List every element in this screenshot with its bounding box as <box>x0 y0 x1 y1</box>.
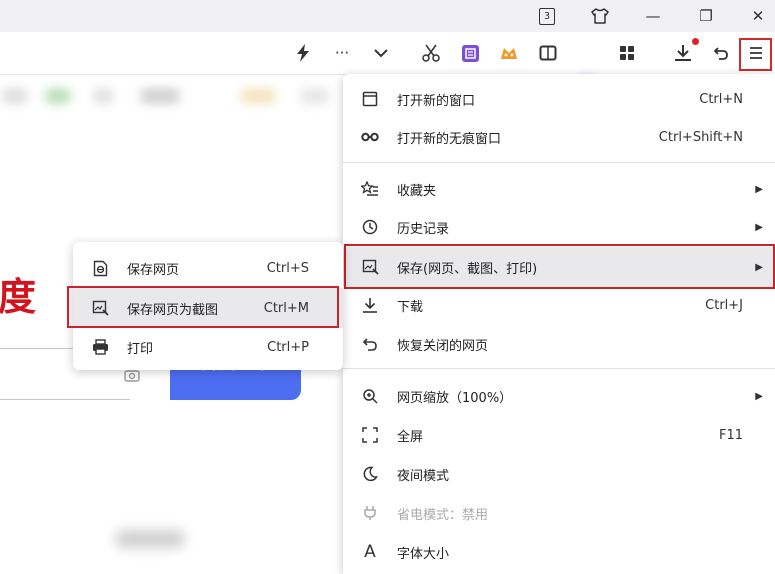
menu-item-label: 省电模式：禁用 <box>397 507 489 523</box>
page-logo: 度 <box>0 275 37 319</box>
menu-item-zoom[interactable]: 网页缩放（100%） ▶ <box>343 377 775 415</box>
menu-item-label: 保存(网页、截图、打印) <box>397 261 538 277</box>
fullscreen-icon <box>359 424 381 446</box>
submenu-arrow-icon: ▶ <box>755 183 763 195</box>
printer-icon <box>89 336 111 358</box>
main-menu: 打开新的窗口 Ctrl+N 打开新的无痕窗口 Ctrl+Shift+N 收藏夹 … <box>343 74 775 574</box>
incognito-icon <box>359 126 381 148</box>
menu-item-shortcut: Ctrl+P <box>267 339 309 355</box>
menu-item-font-size[interactable]: A 字体大小 <box>343 533 775 571</box>
restore-button[interactable]: ❐ <box>686 0 726 32</box>
menu-item-downloads[interactable]: 下载 Ctrl+J <box>343 286 775 324</box>
submenu-item-save-screenshot[interactable]: 保存网页为截图 Ctrl+M <box>73 288 343 328</box>
save-screenshot-icon <box>89 297 111 319</box>
menu-item-label: 打开新的无痕窗口 <box>397 131 502 147</box>
undo-icon <box>359 333 381 355</box>
menu-item-label: 夜间模式 <box>397 468 450 484</box>
menu-item-shortcut: Ctrl+M <box>263 300 309 316</box>
plug-icon <box>359 502 381 524</box>
menu-item-shortcut: F11 <box>718 427 743 443</box>
undo-icon[interactable] <box>706 38 736 68</box>
menu-item-label: 保存网页 <box>127 262 180 278</box>
menu-item-fullscreen[interactable]: 全屏 F11 <box>343 416 775 454</box>
bookmark-blur <box>45 88 71 104</box>
menu-item-label: 全屏 <box>397 429 424 445</box>
menu-item-label: 保存网页为截图 <box>127 302 219 318</box>
close-button[interactable]: ✕ <box>738 0 775 32</box>
menu-item-new-window[interactable]: 打开新的窗口 Ctrl+N <box>343 80 775 118</box>
menu-item-restore-closed[interactable]: 恢复关闭的网页 <box>343 325 775 363</box>
menu-item-shortcut: Ctrl+Shift+N <box>658 129 743 145</box>
download-notification-dot <box>692 38 699 45</box>
menu-item-night-mode[interactable]: 夜间模式 <box>343 455 775 493</box>
moon-icon <box>359 463 381 485</box>
zoom-icon <box>359 385 381 407</box>
menu-item-save[interactable]: 保存(网页、截图、打印) ▶ <box>343 247 775 287</box>
scissors-icon[interactable] <box>416 38 446 68</box>
menu-item-incognito-window[interactable]: 打开新的无痕窗口 Ctrl+Shift+N <box>343 118 775 156</box>
tab-count-button[interactable]: 3 <box>527 0 567 32</box>
bookmark-blur <box>300 88 330 104</box>
menu-divider <box>343 162 775 163</box>
extension-icon[interactable] <box>455 38 485 68</box>
menu-item-label: 收藏夹 <box>397 183 437 199</box>
submenu-arrow-icon: ▶ <box>755 221 763 233</box>
star-list-icon <box>359 178 381 200</box>
minimize-button[interactable]: — <box>633 0 673 32</box>
submenu-item-print[interactable]: 打印 Ctrl+P <box>73 328 343 366</box>
menu-item-label: 字体大小 <box>397 546 450 562</box>
submenu-item-save-page[interactable]: 保存网页 Ctrl+S <box>73 249 343 287</box>
menu-button-highlight <box>739 38 772 71</box>
reader-icon[interactable] <box>533 38 563 68</box>
menu-item-power-saving: 省电模式：禁用 <box>343 494 775 532</box>
window-icon <box>359 88 381 110</box>
menu-item-label: 下载 <box>397 299 424 315</box>
menu-item-favorites[interactable]: 收藏夹 ▶ <box>343 170 775 208</box>
bolt-icon[interactable] <box>288 38 318 68</box>
clock-icon <box>359 216 381 238</box>
save-submenu: 保存网页 Ctrl+S 保存网页为截图 Ctrl+M 打印 Ctrl+P <box>73 242 343 370</box>
font-icon: A <box>364 542 376 562</box>
extension-icon[interactable] <box>494 38 524 68</box>
menu-item-history[interactable]: 历史记录 ▶ <box>343 208 775 246</box>
bookmark-blur <box>2 88 28 104</box>
menu-item-label: 打印 <box>127 341 154 357</box>
purple-extension-icon <box>461 44 479 62</box>
bookmark-blur <box>140 88 180 104</box>
page-e-icon <box>89 257 111 279</box>
submenu-arrow-icon: ▶ <box>755 390 763 402</box>
bookmark-blur <box>240 88 276 104</box>
menu-item-label: 恢复关闭的网页 <box>397 338 489 354</box>
menu-divider <box>343 368 775 369</box>
menu-item-shortcut: Ctrl+N <box>699 91 743 107</box>
download-icon <box>359 294 381 316</box>
menu-item-shortcut: Ctrl+S <box>266 260 309 276</box>
apps-grid-icon[interactable] <box>612 38 642 68</box>
more-icon[interactable]: ··· <box>327 38 357 68</box>
chevron-down-icon[interactable] <box>366 38 396 68</box>
tab-count-badge: 3 <box>539 7 555 25</box>
menu-item-label: 网页缩放（100%） <box>397 390 513 406</box>
bookmark-blur <box>92 88 114 104</box>
title-bar: 3 — ❐ ✕ <box>0 0 775 32</box>
submenu-arrow-icon: ▶ <box>755 261 763 273</box>
browser-toolbar: ··· <box>0 32 775 98</box>
blurred-content <box>115 530 185 548</box>
menu-item-label: 打开新的窗口 <box>397 93 476 109</box>
save-screenshot-icon <box>359 256 381 278</box>
menu-item-shortcut: Ctrl+J <box>705 297 743 313</box>
menu-item-label: 历史记录 <box>397 221 450 237</box>
skin-icon[interactable] <box>580 0 620 32</box>
